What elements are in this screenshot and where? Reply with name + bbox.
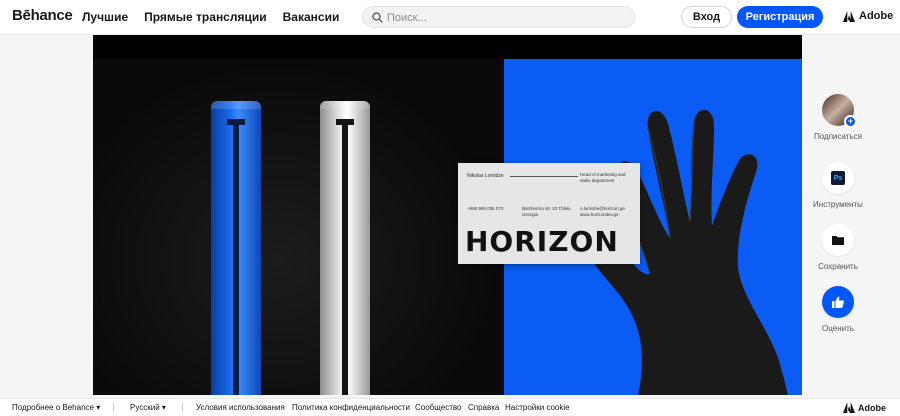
adobe-logo-icon (843, 10, 855, 22)
register-button[interactable]: Регистрация (737, 6, 823, 28)
footer-privacy-link[interactable]: Политика конфиденциальности (292, 403, 410, 412)
footer-help-link[interactable]: Справка (468, 403, 499, 412)
footer-terms-link[interactable]: Условия использования (196, 403, 285, 412)
save-label: Сохранить (818, 262, 858, 271)
follow-label: Подписаться (814, 132, 862, 141)
main-nav: Лучшие Прямые трансляции Вакансии (82, 10, 339, 24)
footer-community-link[interactable]: Сообщество (415, 403, 461, 412)
chevron-down-icon: ▾ (161, 403, 166, 412)
footer-language-select[interactable]: Русский ▾ (130, 403, 166, 412)
thumbs-up-icon (832, 296, 844, 308)
project-image[interactable]: Nikolas Lomidze Head of marketing and sa… (93, 35, 802, 395)
card-email: n.lomidze@horizon.ge www.horizondev.ge (580, 206, 625, 217)
white-tube (320, 101, 370, 395)
nav-best[interactable]: Лучшие (82, 10, 128, 24)
folder-icon (832, 236, 844, 245)
card-divider (510, 176, 578, 177)
footer-cookie-settings-link[interactable]: Настройки cookie (505, 403, 570, 412)
login-button[interactable]: Вход (681, 6, 732, 28)
top-navigation-bar: Bēhance Лучшие Прямые трансляции Ваканси… (0, 0, 900, 35)
blue-tube (211, 101, 261, 395)
footer: Подробнее о Behance ▾ Русский ▾ Условия … (0, 398, 900, 416)
adobe-logo-icon (843, 402, 855, 413)
appreciate-label: Оценить (822, 324, 854, 333)
photoshop-icon: Ps (831, 171, 845, 185)
appreciate-action[interactable]: Оценить (808, 286, 868, 333)
black-background (93, 59, 504, 395)
save-action[interactable]: Сохранить (808, 224, 868, 271)
chevron-down-icon: ▾ (96, 403, 101, 412)
image-top-strip (93, 35, 802, 59)
tools-label: Инструменты (813, 200, 863, 209)
card-name: Nikolas Lomidze (467, 173, 504, 179)
tools-action[interactable]: Ps Инструменты (808, 162, 868, 209)
avatar[interactable]: + (822, 94, 857, 128)
adobe-link[interactable]: Adobe (843, 10, 893, 22)
nav-jobs[interactable]: Вакансии (283, 10, 340, 24)
business-card: Nikolas Lomidze Head of marketing and sa… (458, 163, 640, 264)
plus-icon: + (844, 115, 857, 128)
horizon-wordmark: HORIZON (465, 225, 619, 258)
follow-action[interactable]: + Подписаться (808, 94, 868, 141)
save-button[interactable] (822, 224, 854, 256)
footer-adobe-link[interactable]: Adobe (843, 402, 886, 413)
appreciate-button[interactable] (822, 286, 854, 318)
behance-logo[interactable]: Bēhance (12, 7, 73, 24)
footer-more-about-behance[interactable]: Подробнее о Behance ▾ (12, 403, 100, 412)
card-address: Batcherma str. 23 Tbilisi, Georgia (522, 206, 572, 217)
search-box[interactable] (362, 6, 635, 28)
card-role: Head of marketing and sales department (580, 172, 626, 183)
search-icon (372, 12, 383, 23)
nav-livestreams[interactable]: Прямые трансляции (144, 10, 267, 24)
tools-button[interactable]: Ps (822, 162, 854, 194)
card-phone: +995 599 036 073 (467, 206, 504, 211)
search-input[interactable] (387, 9, 627, 26)
adobe-label: Adobe (859, 10, 894, 22)
